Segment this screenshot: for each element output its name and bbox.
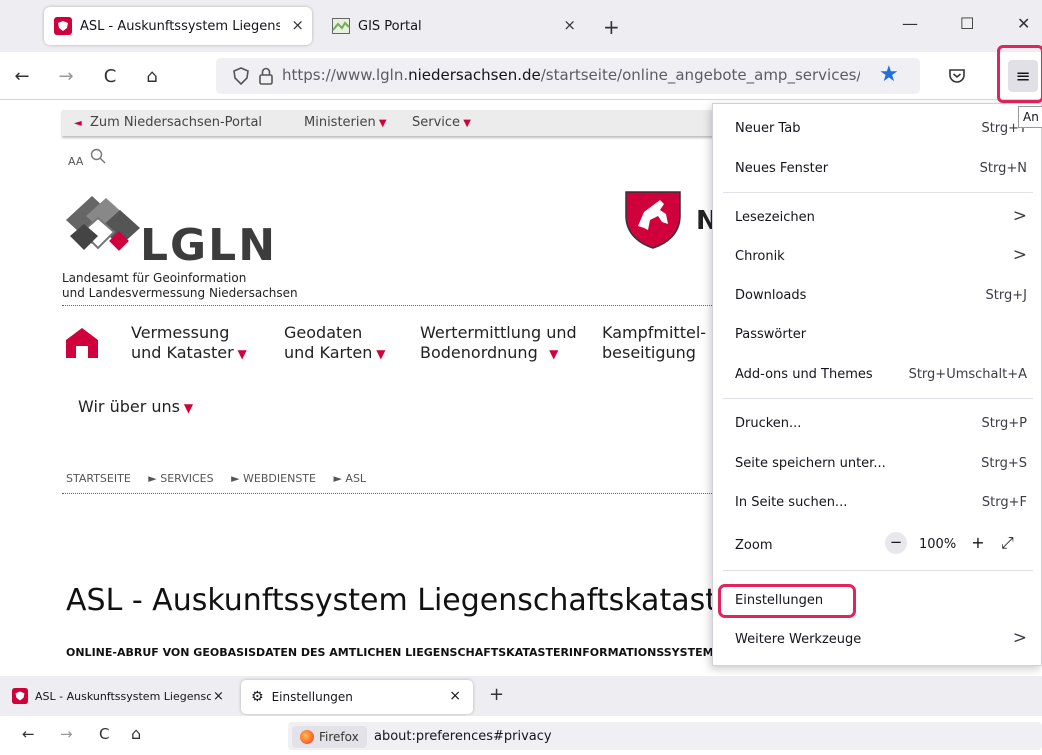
niedersachsen-crest-icon[interactable] [622,188,684,250]
menu-shortcut: Strg+F [981,495,1027,510]
tab-close-icon[interactable]: × [213,689,224,704]
reload-button[interactable]: C [96,60,124,92]
forward-button[interactable]: → [52,60,80,92]
zoom-out-button[interactable]: − [885,532,907,554]
new-tab-button[interactable]: + [603,15,620,39]
divider [62,305,712,306]
page-title: ASL - Auskunftssystem Liegenschaftskatas… [66,583,718,618]
menu-tooltip: An [1018,106,1042,128]
tab-close-icon[interactable]: × [563,16,576,34]
niedersachsen-favicon-icon [12,688,28,704]
page-subtitle: ONLINE-ABRUF VON GEOBASISDATEN DES AMTLI… [66,646,718,659]
tab-title: Einstellungen [271,690,353,704]
bookmark-star-icon[interactable]: ★ [879,62,899,87]
url-text[interactable]: about:preferences#privacy [374,729,552,744]
divider [62,493,712,494]
chevron-right-icon: > [1012,245,1027,265]
chevron-right-icon: > [1012,206,1027,226]
tab-einstellungen[interactable]: ⚙ Einstellungen × [241,680,473,714]
nav-wir-ueber-uns[interactable]: Wir über uns ▼ [78,397,193,418]
nav-geodaten[interactable]: Geodaten und Karten ▼ [284,323,385,364]
nav-vermessung[interactable]: Vermessung und Kataster ▼ [131,323,247,364]
shield-icon[interactable] [232,67,250,85]
menu-item-addons[interactable]: Add-ons und Themes [735,367,873,382]
tab-close-icon[interactable]: × [291,16,304,34]
menu-shortcut: Strg+S [981,456,1027,471]
map-favicon-icon [332,18,350,34]
logo-text: LGLN [140,220,278,271]
menu-item-weitere-werkzeuge[interactable]: Weitere Werkzeuge [735,632,861,647]
home-icon[interactable] [64,326,100,358]
forward-button[interactable]: → [60,725,73,743]
menu-item-in-seite-suchen[interactable]: In Seite suchen... [735,495,847,510]
tab-asl-second[interactable]: ASL - Auskunftssystem Liegenschaftskatas… [12,681,234,711]
zoom-in-button[interactable]: + [967,532,989,554]
search-icon[interactable] [90,148,106,164]
menu-shortcut: Strg+Umschalt+A [908,367,1027,382]
tab-close-icon[interactable]: × [449,688,461,704]
menu-item-neuer-tab[interactable]: Neuer Tab [735,121,800,136]
back-button[interactable]: ← [22,725,35,743]
menu-item-lesezeichen[interactable]: Lesezeichen [735,210,815,225]
menu-item-drucken[interactable]: Drucken... [735,416,801,431]
home-button[interactable]: ⌂ [138,60,166,92]
breadcrumb-item[interactable]: ► ASL [333,472,366,485]
pocket-icon[interactable] [948,67,966,85]
portal-link[interactable]: ◄ Zum Niedersachsen-Portal [74,115,262,130]
minimize-button[interactable]: — [902,14,918,33]
menu-separator [723,192,1033,193]
niedersachsen-favicon-icon [54,17,72,35]
menu-shortcut: Strg+J [985,288,1027,303]
menu-shortcut: Strg+P [981,416,1027,431]
firefox-logo-icon [300,730,314,744]
tab-title: GIS Portal [358,18,422,34]
menu-item-neues-fenster[interactable]: Neues Fenster [735,161,828,176]
nav-wertermittlung[interactable]: Wertermittlung und Bodenordnung ▼ [420,323,577,364]
breadcrumb-item[interactable]: ► WEBDIENSTE [231,472,316,485]
breadcrumb-item[interactable]: STARTSEITE [66,472,131,485]
close-window-button[interactable]: ✕ [1017,14,1030,33]
breadcrumb-item[interactable]: ► SERVICES [148,472,213,485]
menu-item-chronik[interactable]: Chronik [735,249,785,264]
identity-box[interactable]: Firefox [292,726,367,748]
breadcrumb: STARTSEITE ► SERVICES ► WEBDIENSTE ► ASL [66,472,380,485]
fullscreen-icon[interactable]: ⤢ [1001,533,1014,553]
new-tab-button[interactable]: + [489,684,504,705]
url-text[interactable]: https://www.lgln.niedersachsen.de/starts… [282,66,860,84]
zoom-level[interactable]: 100% [919,537,956,552]
tab-gis-portal[interactable]: GIS Portal × [322,7,588,45]
menu-item-passwoerter[interactable]: Passwörter [735,327,806,342]
menu-item-zoom: Zoom [735,538,773,553]
service-menu[interactable]: Service ▼ [412,115,471,130]
reload-button[interactable]: C [99,725,109,743]
tab-asl[interactable]: ASL - Auskunftssystem Liegenschaftskatas… [44,7,312,45]
gear-icon: ⚙ [251,689,264,705]
back-button[interactable]: ← [8,60,36,92]
maximize-button[interactable]: ☐ [960,14,974,33]
app-menu-button[interactable]: ≡ [1008,60,1038,92]
tab-title: ASL - Auskunftssystem Liegenschaftskatas… [80,18,280,34]
einstellungen-highlight [718,584,856,618]
tab-title: ASL - Auskunftssystem Liegenschaftskatas… [35,689,211,703]
menu-item-seite-speichern[interactable]: Seite speichern unter... [735,456,886,471]
menu-shortcut: Strg+N [979,161,1027,176]
lock-icon[interactable] [258,66,274,86]
ministerien-menu[interactable]: Ministerien ▼ [304,115,387,130]
nav-kampfmittel[interactable]: Kampfmittel- beseitigung [602,323,706,363]
font-size-toggle[interactable]: AA [68,155,83,168]
menu-separator [723,398,1033,399]
menu-separator [723,570,1033,571]
menu-item-downloads[interactable]: Downloads [735,288,806,303]
home-button[interactable]: ⌂ [131,724,141,743]
chevron-right-icon: > [1012,628,1027,648]
agency-name: Landesamt für Geoinformation und Landesv… [62,271,298,300]
portal-strip: ◄ Zum Niedersachsen-Portal Ministerien ▼… [62,110,722,136]
app-menu-panel: Neuer Tab Strg+T Neues Fenster Strg+N Le… [712,103,1042,666]
